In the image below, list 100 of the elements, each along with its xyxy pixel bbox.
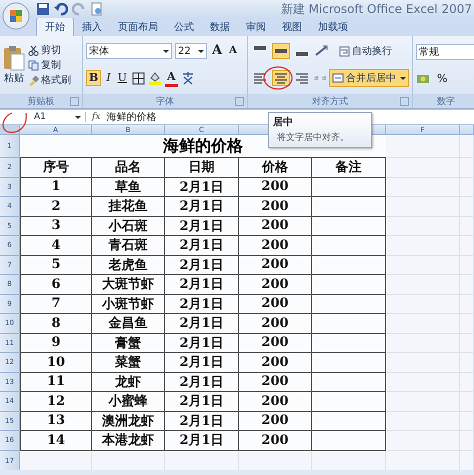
table-cell: 200	[239, 256, 312, 275]
ribbon-tab[interactable]: 加载项	[310, 18, 356, 36]
table-cell: 200	[239, 431, 312, 450]
table-cell: 2月1日	[165, 216, 239, 236]
column-header[interactable]	[460, 125, 474, 135]
borders-icon[interactable]	[132, 72, 145, 85]
wrap-text-button[interactable]: 自动换行	[339, 44, 392, 58]
table-cell: 大斑节虾	[92, 275, 165, 294]
dialog-launcher-icon[interactable]	[400, 97, 409, 106]
merge-center-button[interactable]: 合并后居中	[329, 69, 409, 87]
align-icon	[254, 46, 266, 50]
column-heading-cell: 日期	[165, 158, 239, 178]
table-cell: 草鱼	[92, 178, 165, 197]
column-heading-cell: 品名	[92, 158, 165, 178]
align-icon	[253, 72, 267, 84]
table-cell: 5	[20, 256, 92, 275]
brush-icon	[28, 74, 39, 86]
grow-font-button[interactable]: A	[210, 44, 224, 58]
table-cell: 1	[20, 178, 92, 197]
table-cell: 青石斑	[92, 236, 165, 256]
align-icon	[295, 72, 309, 84]
table-cell: 11	[20, 372, 92, 392]
table-cell: 龙虾	[92, 372, 165, 392]
ribbon-tab[interactable]: 公式	[166, 18, 202, 36]
italic-button[interactable]: I	[104, 71, 113, 86]
table-cell: 2月1日	[165, 412, 239, 431]
table-cell: 200	[239, 178, 312, 197]
table-cell: 200	[239, 314, 312, 334]
ribbon-tab[interactable]: 数据	[202, 18, 238, 36]
ribbon-tab[interactable]: 插入	[74, 18, 110, 36]
ribbon-tab[interactable]: 页面布局	[110, 18, 166, 36]
table-cell: 2月1日	[165, 294, 239, 314]
bold-button[interactable]: B	[86, 70, 102, 86]
ribbon-tab[interactable]: 视图	[274, 18, 310, 36]
table-cell: 13	[20, 412, 92, 431]
table-cell: 2月1日	[165, 178, 239, 197]
align-icon	[275, 49, 287, 53]
table-cell: 2月1日	[165, 236, 239, 256]
ribbon-tab[interactable]: 开始	[36, 17, 74, 36]
group-label: 数字	[437, 96, 455, 108]
print-preview-icon[interactable]	[90, 2, 104, 16]
clipboard-icon	[3, 45, 25, 71]
scissors-icon	[28, 44, 39, 56]
table-cell: 200	[239, 275, 312, 294]
clipboard-button[interactable]: 格式刷	[28, 73, 71, 87]
table-cell: 2月1日	[165, 372, 239, 392]
table-cell: 澳洲龙虾	[92, 412, 165, 431]
orientation-icon[interactable]	[314, 45, 330, 57]
dialog-launcher-icon[interactable]	[235, 97, 244, 106]
undo-icon[interactable]	[54, 2, 68, 16]
clipboard-button[interactable]: 剪切	[28, 43, 71, 57]
table-cell: 2月1日	[165, 431, 239, 450]
table-cell: 14	[20, 431, 92, 450]
percent-button[interactable]: %	[435, 72, 450, 86]
table-cell: 200	[239, 334, 312, 353]
currency-icon[interactable]	[416, 72, 432, 86]
column-heading-cell: 备注	[312, 158, 386, 178]
font-color-button[interactable]: A	[164, 70, 178, 87]
table-cell: 2月1日	[165, 197, 239, 216]
align-icon	[274, 72, 288, 84]
font-name-field[interactable]: 宋体	[86, 43, 172, 60]
table-cell: 200	[239, 236, 312, 256]
table-cell: 挂花鱼	[92, 197, 165, 216]
paste-button[interactable]: 粘贴	[3, 45, 25, 85]
column-heading-cell: 序号	[20, 158, 92, 178]
dialog-launcher-icon[interactable]	[70, 97, 79, 106]
table-cell: 7	[20, 294, 92, 314]
table-cell: 2月1日	[165, 334, 239, 353]
name-box[interactable]: A1	[30, 112, 86, 122]
window-title: 新建 Microsoft Office Excel 2007	[280, 0, 472, 18]
shrink-font-button[interactable]: A	[227, 44, 239, 58]
table-cell: 200	[239, 294, 312, 314]
align-icon	[296, 52, 308, 56]
font-size-field[interactable]: 22	[175, 43, 207, 60]
save-icon[interactable]	[36, 2, 50, 16]
phonetic-guide-icon[interactable]	[180, 71, 194, 86]
merge-icon	[332, 73, 344, 83]
table-cell: 菜蟹	[92, 353, 165, 372]
table-cell: 小斑节虾	[92, 294, 165, 314]
column-heading-cell: 价格	[239, 158, 312, 178]
table-cell: 2月1日	[165, 314, 239, 334]
ribbon-tab[interactable]: 审阅	[238, 18, 274, 36]
fill-color-icon[interactable]	[148, 71, 162, 86]
horizontal-align-button[interactable]	[272, 70, 290, 86]
underline-button[interactable]: U	[116, 71, 129, 86]
group-label: 剪贴板	[28, 96, 54, 108]
formula-field[interactable]: 海鲜的价格	[106, 110, 156, 124]
table-cell: 9	[20, 334, 92, 353]
clipboard-button[interactable]: 复制	[28, 58, 71, 72]
table-cell: 小石斑	[92, 216, 165, 236]
tooltip-title: 居中	[273, 116, 294, 129]
vertical-align-button[interactable]	[272, 43, 290, 59]
table-cell: 6	[20, 275, 92, 294]
table-cell: 2月1日	[165, 353, 239, 372]
table-cell: 200	[239, 216, 312, 236]
table-cell: 12	[20, 392, 92, 412]
number-format-field[interactable]: 常规	[416, 44, 474, 60]
table-cell: 4	[20, 236, 92, 256]
insert-function-button[interactable]: fx	[92, 112, 100, 122]
table-cell: 200	[239, 197, 312, 216]
